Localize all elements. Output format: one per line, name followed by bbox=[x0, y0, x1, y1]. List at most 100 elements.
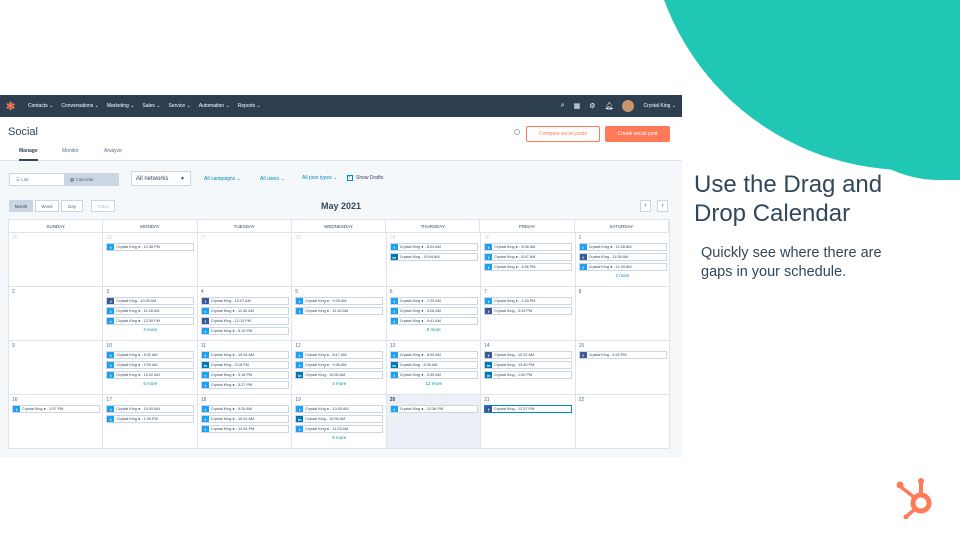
scheduled-post[interactable]: t Crystal King ● - 8:06 AM bbox=[484, 243, 573, 251]
more-posts-link[interactable]: 5 more bbox=[106, 381, 194, 386]
show-drafts-toggle[interactable]: Show Drafts bbox=[347, 174, 383, 181]
scheduled-post[interactable]: t Crystal King ● - 11:35 AM bbox=[106, 307, 195, 315]
prev-month-button[interactable]: ‹ bbox=[640, 200, 651, 212]
scheduled-post[interactable]: f Crystal King - 10:07 AM bbox=[200, 297, 289, 305]
users-filter[interactable]: All users ⌄ bbox=[260, 176, 285, 182]
scheduled-post[interactable]: t Crystal King ● - 11:35 AM bbox=[200, 307, 289, 315]
calendar-day[interactable]: 27 bbox=[197, 233, 293, 287]
calendar-day[interactable]: 1 t Crystal King ● - 11:08 AM f Crystal King… bbox=[575, 233, 670, 287]
scheduled-post[interactable]: t Crystal King ● - 11:03 AM bbox=[295, 425, 384, 433]
scheduled-post[interactable]: t Crystal King ● - 10:09 AM bbox=[106, 405, 195, 413]
scheduled-post[interactable]: in Crystal King - 3:18 PM bbox=[200, 361, 289, 369]
calendar-day[interactable]: 21 f Crystal King - 12:37 PM bbox=[481, 395, 576, 449]
nav-reports[interactable]: Reports ⌄ bbox=[238, 103, 261, 109]
next-month-button[interactable]: › bbox=[657, 200, 668, 212]
calendar-day[interactable]: 8 bbox=[575, 287, 670, 341]
scheduled-post[interactable]: f Crystal King - 10:35 AM bbox=[106, 297, 195, 305]
calendar-day[interactable]: 7 t Crystal King ● - 1:33 PM f Crystal King … bbox=[481, 287, 576, 341]
tab-manage[interactable]: Manage bbox=[19, 148, 38, 161]
scheduled-post[interactable]: t Crystal King ● - 7:29 AM bbox=[389, 297, 478, 305]
scheduled-post[interactable]: f Crystal King - 12:10 PM bbox=[200, 317, 289, 325]
calendar-day[interactable]: 28 bbox=[292, 233, 387, 287]
scheduled-post[interactable]: in Crystal King - 12:40 PM bbox=[484, 361, 573, 369]
scheduled-post[interactable]: t Crystal King ● - 1:39 PM bbox=[106, 415, 195, 423]
scheduled-post[interactable]: t Crystal King ● - 11:42 AM bbox=[295, 307, 384, 315]
scheduled-post[interactable]: f Crystal King - 11:08 AM bbox=[578, 253, 667, 261]
more-posts-link[interactable]: 4 more bbox=[106, 327, 194, 332]
scheduled-post[interactable]: t Crystal King ● - 8:47 AM bbox=[484, 253, 573, 261]
hubspot-logo-icon[interactable]: ✻ bbox=[6, 100, 20, 113]
calendar-day[interactable]: 6 t Crystal King ● - 7:29 AM t Crystal King … bbox=[386, 287, 482, 341]
calendar-day[interactable]: 16 t Crystal King ● - 2:57 PM bbox=[9, 395, 104, 449]
scheduled-post[interactable]: t Crystal King ● - 10:00 AM bbox=[295, 405, 384, 413]
calendar-day[interactable]: 14 f Crystal King - 10:32 AM in Crystal King… bbox=[481, 341, 576, 395]
tab-monitor[interactable]: Monitor bbox=[62, 148, 79, 154]
show-drafts-checkbox[interactable] bbox=[347, 174, 353, 181]
search-icon[interactable]: ⌕ bbox=[561, 102, 565, 110]
avatar[interactable] bbox=[622, 100, 635, 112]
scheduled-post[interactable]: in Crystal King - 1:50 PM bbox=[484, 371, 573, 379]
user-menu[interactable]: Crystal King ⌄ bbox=[643, 103, 676, 109]
calendar-day[interactable]: 18 t Crystal King ● - 9:29 AM t Crystal King… bbox=[197, 395, 293, 449]
scheduled-post[interactable]: t Crystal King ● - 12:04 PM bbox=[200, 425, 289, 433]
nav-marketing[interactable]: Marketing ⌄ bbox=[107, 103, 135, 109]
calendar-day[interactable]: 22 bbox=[575, 395, 670, 449]
scheduled-post[interactable]: in Crystal King - 8:30 AM bbox=[389, 361, 478, 369]
tab-analyze[interactable]: Analyze bbox=[104, 148, 122, 154]
calendar-day[interactable]: 20 t Crystal King ● - 12:36 PM bbox=[386, 395, 482, 449]
campaigns-filter[interactable]: All campaigns ⌄ bbox=[204, 176, 241, 182]
scheduled-post[interactable]: in Crystal King - 10:04 AM bbox=[389, 253, 478, 261]
scheduled-post[interactable]: t Crystal King ● - 10:02 AM bbox=[106, 371, 195, 379]
scheduled-post[interactable]: f Crystal King - 10:32 AM bbox=[484, 351, 573, 359]
calendar-day[interactable]: 4 f Crystal King - 10:07 AM t Crystal King ●… bbox=[197, 287, 293, 341]
calendar-day[interactable]: 2 bbox=[9, 287, 104, 341]
create-post-button[interactable]: Create social post bbox=[605, 126, 670, 142]
scheduled-post[interactable]: t Crystal King ● - 9:28 AM bbox=[389, 307, 478, 315]
calendar-day[interactable]: 10 t Crystal King ● - 8:32 AM t Crystal King… bbox=[103, 341, 198, 395]
calendar-day[interactable]: 19 t Crystal King ● - 10:00 AM in Crystal Ki… bbox=[292, 395, 387, 449]
list-view-button[interactable]: ☰ List bbox=[10, 174, 64, 185]
scheduled-post[interactable]: t Crystal King ● - 4:56 PM bbox=[484, 263, 573, 271]
more-posts-link[interactable]: 2 more bbox=[579, 273, 667, 278]
gear-icon[interactable]: ⚙ bbox=[589, 102, 595, 110]
scheduled-post[interactable]: t Crystal King ● - 2:57 PM bbox=[12, 405, 100, 413]
scheduled-post[interactable]: t Crystal King ● - 9:35 AM bbox=[389, 371, 478, 379]
calendar-day[interactable]: 11 t Crystal King ● - 10:04 AM in Crystal Ki… bbox=[197, 341, 293, 395]
scheduled-post[interactable]: t Crystal King ● - 12:38 PM bbox=[106, 243, 195, 251]
calendar-day[interactable]: 17 t Crystal King ● - 10:09 AM t Crystal Kin… bbox=[103, 395, 198, 449]
calendar-day[interactable]: 30 t Crystal King ● - 8:06 AM t Crystal King… bbox=[481, 233, 576, 287]
scheduled-post[interactable]: t Crystal King ● - 3:18 PM bbox=[200, 371, 289, 379]
calendar-day[interactable]: 3 f Crystal King - 10:35 AM t Crystal King ●… bbox=[103, 287, 198, 341]
scheduled-post[interactable]: t Crystal King ● - 9:29 AM bbox=[200, 405, 289, 413]
scheduled-post[interactable]: t Crystal King ● - 3:27 PM bbox=[200, 381, 289, 389]
scheduled-post[interactable]: f Crystal King - 3:03 PM bbox=[484, 307, 573, 315]
scheduled-post[interactable]: t Crystal King ● - 9:29 AM bbox=[295, 297, 384, 305]
compare-posts-button[interactable]: Compare social posts bbox=[526, 126, 600, 142]
more-posts-link[interactable]: 8 more bbox=[390, 327, 478, 332]
calendar-day[interactable]: 25 bbox=[9, 233, 104, 287]
calendar-day[interactable]: 15 f Crystal King - 4:02 PM bbox=[575, 341, 670, 395]
scheduled-post[interactable]: t Crystal King ● - 9:36 AM bbox=[295, 361, 384, 369]
more-posts-link[interactable]: 12 more bbox=[390, 381, 478, 386]
scheduled-post[interactable]: t Crystal King ● - 8:17 AM bbox=[295, 351, 384, 359]
scheduled-post[interactable]: t Crystal King ● - 8:32 AM bbox=[106, 351, 195, 359]
scheduled-post[interactable]: in Crystal King - 10:06 AM bbox=[295, 371, 384, 379]
help-icon[interactable] bbox=[514, 129, 520, 135]
post-types-filter[interactable]: All post types ⌄ bbox=[302, 175, 337, 181]
calendar-day[interactable]: 13 t Crystal King ● - 8:00 AM in Crystal Kin… bbox=[386, 341, 482, 395]
scheduled-post[interactable]: t Crystal King ● - 1:33 PM bbox=[484, 297, 573, 305]
scheduled-post[interactable]: t Crystal King ● - 9:29 AM bbox=[106, 361, 195, 369]
bell-icon[interactable]: 🔔︎ bbox=[605, 102, 614, 110]
scheduled-post[interactable]: t Crystal King ● - 9:41 AM bbox=[389, 317, 478, 325]
calendar-day[interactable]: 26 t Crystal King ● - 12:38 PM bbox=[103, 233, 198, 287]
networks-dropdown[interactable]: All networks ▼ bbox=[131, 171, 191, 186]
scheduled-post[interactable]: in Crystal King - 10:05 AM bbox=[295, 415, 384, 423]
nav-sales[interactable]: Sales ⌄ bbox=[142, 103, 160, 109]
scheduled-post[interactable]: t Crystal King ● - 5:19 PM bbox=[200, 327, 289, 335]
scheduled-post[interactable]: t Crystal King ● - 11:08 AM bbox=[578, 243, 667, 251]
more-posts-link[interactable]: 4 more bbox=[295, 381, 383, 386]
scheduled-post[interactable]: t Crystal King ● - 12:39 PM bbox=[106, 317, 195, 325]
scheduled-post[interactable]: t Crystal King ● - 10:04 AM bbox=[200, 351, 289, 359]
calendar-day[interactable]: 9 bbox=[9, 341, 104, 395]
scheduled-post[interactable]: t Crystal King ● - 11:39 AM bbox=[578, 263, 667, 271]
